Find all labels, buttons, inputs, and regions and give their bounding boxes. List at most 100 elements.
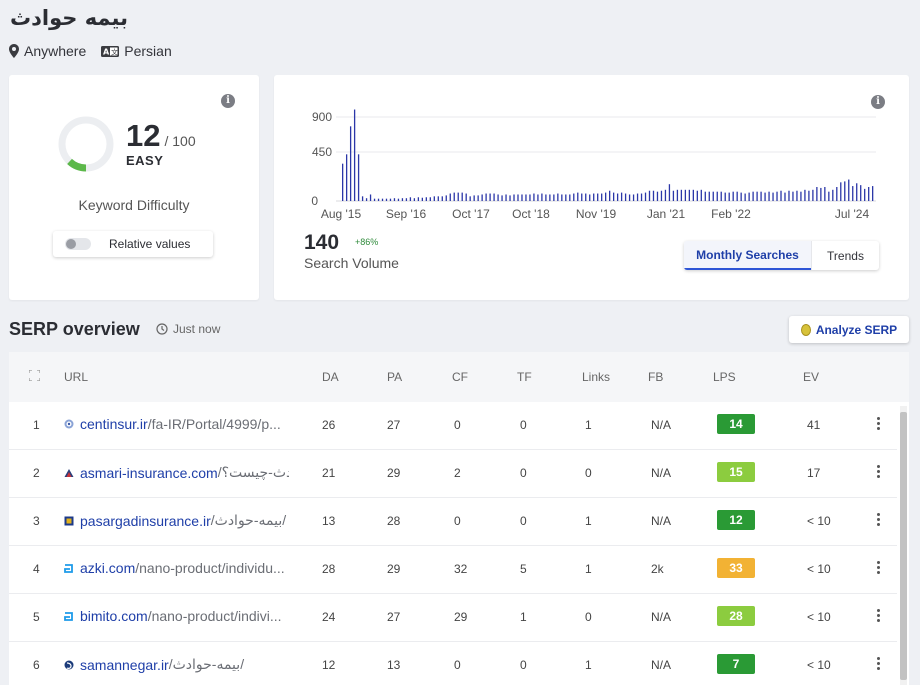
volume-bar[interactable] bbox=[716, 191, 718, 201]
column-header-ev[interactable]: EV bbox=[803, 370, 819, 384]
table-row[interactable]: 4 azki.com/nano-product/individu... 28 2… bbox=[9, 546, 897, 594]
more-options-icon[interactable] bbox=[877, 417, 881, 432]
volume-bar[interactable] bbox=[836, 187, 838, 201]
volume-bar[interactable] bbox=[752, 191, 754, 201]
volume-bar[interactable] bbox=[525, 194, 527, 201]
volume-bar[interactable] bbox=[676, 189, 679, 201]
column-header-links[interactable]: Links bbox=[582, 370, 610, 384]
volume-bar[interactable] bbox=[840, 182, 842, 201]
url-link[interactable]: bimito.com/nano-product/indivi... bbox=[64, 608, 289, 624]
volume-bar[interactable] bbox=[393, 198, 396, 201]
volume-bar[interactable] bbox=[425, 197, 427, 201]
volume-bar[interactable] bbox=[612, 192, 615, 201]
volume-bar[interactable] bbox=[565, 194, 567, 201]
volume-bar[interactable] bbox=[816, 187, 818, 201]
table-row[interactable]: 5 bimito.com/nano-product/indivi... 24 2… bbox=[9, 594, 897, 642]
volume-bar[interactable] bbox=[824, 187, 826, 201]
volume-bar[interactable] bbox=[585, 193, 587, 201]
volume-bar[interactable] bbox=[776, 191, 778, 201]
column-header-tf[interactable]: TF bbox=[517, 370, 532, 384]
volume-bar[interactable] bbox=[624, 193, 627, 201]
volume-bar[interactable] bbox=[864, 188, 866, 201]
volume-bar[interactable] bbox=[537, 194, 539, 201]
volume-bar[interactable] bbox=[385, 198, 388, 201]
volume-bar[interactable] bbox=[457, 192, 459, 201]
volume-bar[interactable] bbox=[593, 193, 595, 201]
column-header-url[interactable]: URL bbox=[64, 370, 88, 384]
volume-bar[interactable] bbox=[553, 194, 555, 201]
volume-bar[interactable] bbox=[349, 126, 352, 201]
relative-values-toggle[interactable]: Relative values bbox=[53, 231, 213, 257]
volume-bar[interactable] bbox=[636, 193, 639, 201]
analyze-serp-button[interactable]: Analyze SERP bbox=[789, 316, 909, 343]
url-link[interactable]: asmari-insurance.com/بیمه-حوادث-چیست؟ bbox=[64, 464, 289, 481]
volume-bar[interactable] bbox=[680, 189, 683, 201]
volume-bar[interactable] bbox=[437, 196, 439, 201]
volume-bar[interactable] bbox=[469, 196, 471, 201]
volume-bar[interactable] bbox=[696, 190, 698, 201]
volume-bar[interactable] bbox=[672, 190, 675, 201]
volume-bar[interactable] bbox=[493, 193, 495, 201]
volume-bar[interactable] bbox=[345, 154, 348, 201]
volume-bar[interactable] bbox=[704, 191, 706, 201]
volume-bar[interactable] bbox=[720, 191, 722, 201]
volume-bar[interactable] bbox=[413, 198, 416, 201]
volume-bar[interactable] bbox=[620, 192, 623, 201]
volume-bar[interactable] bbox=[684, 189, 687, 201]
table-row[interactable]: 3 pasargadinsurance.ir/بیمه-حوادث/ 13 28… bbox=[9, 498, 897, 546]
column-header-pa[interactable]: PA bbox=[387, 370, 402, 384]
volume-bar[interactable] bbox=[760, 191, 762, 201]
volume-bar[interactable] bbox=[664, 189, 667, 201]
volume-bar[interactable] bbox=[692, 189, 694, 201]
info-icon[interactable]: i bbox=[221, 94, 235, 108]
volume-bar[interactable] bbox=[848, 179, 850, 201]
volume-bar[interactable] bbox=[509, 195, 511, 201]
volume-bar[interactable] bbox=[389, 198, 392, 201]
volume-bar[interactable] bbox=[541, 193, 543, 201]
volume-bar[interactable] bbox=[668, 184, 671, 201]
volume-bar[interactable] bbox=[401, 198, 404, 201]
volume-bar[interactable] bbox=[644, 192, 647, 201]
volume-bar[interactable] bbox=[605, 192, 607, 201]
volume-bar[interactable] bbox=[632, 194, 635, 201]
more-options-icon[interactable] bbox=[877, 609, 881, 624]
tab-trends[interactable]: Trends bbox=[811, 241, 879, 270]
volume-bar[interactable] bbox=[473, 195, 475, 201]
volume-bar[interactable] bbox=[860, 185, 862, 201]
volume-bar[interactable] bbox=[405, 198, 408, 201]
volume-bar[interactable] bbox=[796, 190, 798, 201]
volume-bar[interactable] bbox=[461, 192, 463, 201]
volume-bar[interactable] bbox=[640, 193, 643, 201]
volume-bar[interactable] bbox=[616, 193, 619, 201]
volume-bar[interactable] bbox=[501, 195, 503, 201]
volume-bar[interactable] bbox=[549, 194, 551, 201]
volume-bar[interactable] bbox=[868, 187, 870, 201]
volume-bar[interactable] bbox=[505, 194, 507, 201]
volume-bar[interactable] bbox=[353, 109, 356, 201]
volume-bar[interactable] bbox=[497, 194, 499, 201]
volume-bar[interactable] bbox=[744, 193, 746, 201]
url-link[interactable]: centinsur.ir/fa-IR/Portal/4999/p... bbox=[64, 416, 289, 432]
volume-bar[interactable] bbox=[489, 193, 491, 201]
volume-bar[interactable] bbox=[648, 190, 651, 201]
column-header-fb[interactable]: FB bbox=[648, 370, 663, 384]
volume-bar[interactable] bbox=[628, 194, 631, 201]
table-row[interactable]: 1 centinsur.ir/fa-IR/Portal/4999/p... 26… bbox=[9, 402, 897, 450]
volume-bar[interactable] bbox=[357, 154, 360, 201]
volume-bar[interactable] bbox=[872, 186, 874, 201]
volume-bar[interactable] bbox=[377, 198, 380, 201]
volume-bar[interactable] bbox=[577, 192, 579, 201]
volume-bar[interactable] bbox=[768, 191, 770, 201]
volume-bar[interactable] bbox=[748, 192, 750, 201]
volume-bar[interactable] bbox=[708, 191, 710, 201]
volume-bar[interactable] bbox=[445, 195, 447, 201]
volume-bar[interactable] bbox=[421, 197, 423, 201]
volume-bar[interactable] bbox=[844, 181, 846, 201]
volume-bar[interactable] bbox=[465, 193, 467, 201]
volume-bar[interactable] bbox=[481, 194, 483, 201]
volume-bar[interactable] bbox=[561, 194, 563, 201]
volume-bar[interactable] bbox=[569, 194, 571, 201]
volume-bar[interactable] bbox=[656, 191, 659, 201]
scrollbar-thumb[interactable] bbox=[900, 412, 907, 680]
volume-bar[interactable] bbox=[660, 190, 663, 201]
